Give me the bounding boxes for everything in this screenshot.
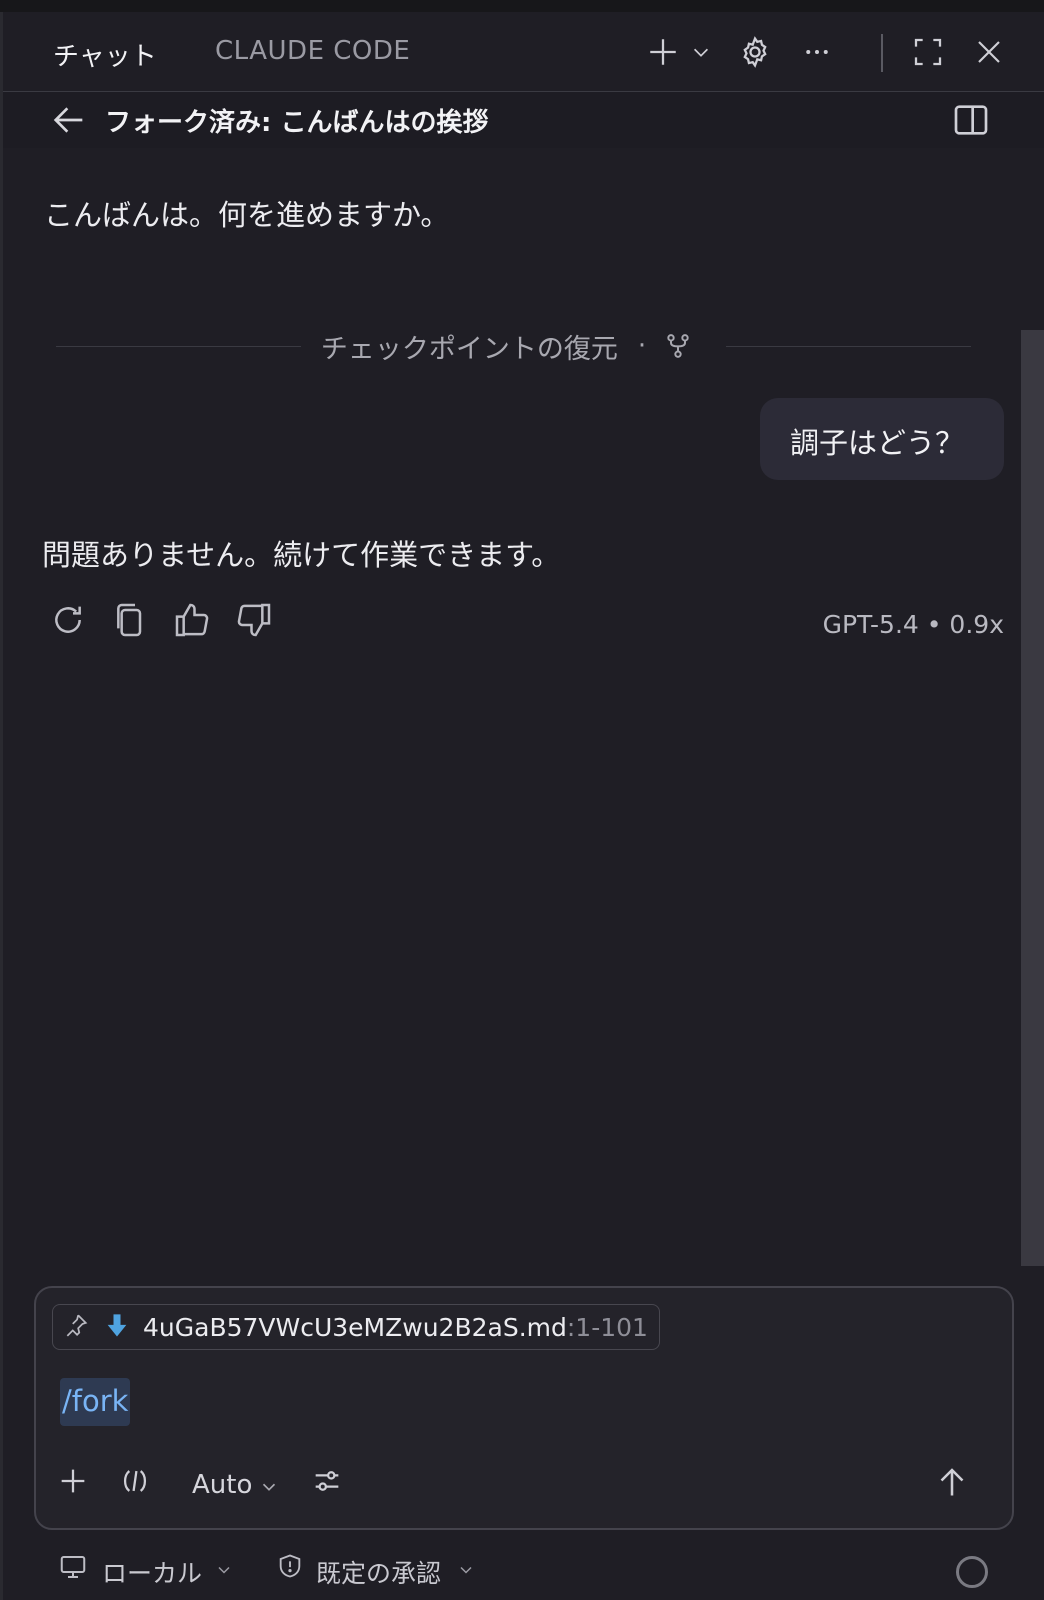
code-context-icon[interactable]	[118, 1464, 158, 1504]
tab-claude-code[interactable]: CLAUDE CODE	[215, 36, 410, 66]
chevron-down-icon[interactable]	[687, 32, 715, 72]
model-info: GPT-5.4 • 0.9x	[822, 610, 1004, 639]
fork-title: フォーク済み: こんばんはの挨拶	[105, 108, 489, 138]
plus-icon[interactable]	[643, 32, 683, 72]
pin-icon[interactable]	[63, 1312, 93, 1342]
back-arrow-icon[interactable]	[49, 100, 89, 140]
attachment-chip[interactable]: 4uGaB57VWcU3eMZwu2B2aS.md:1-101	[52, 1304, 660, 1350]
close-icon[interactable]	[969, 32, 1009, 72]
maximize-icon[interactable]	[908, 32, 948, 72]
checkpoint-restore-label[interactable]: チェックポイントの復元	[301, 327, 638, 366]
split-panel-icon[interactable]	[951, 100, 991, 140]
message-actions	[48, 600, 296, 644]
download-arrow-icon	[103, 1312, 133, 1342]
composer: 4uGaB57VWcU3eMZwu2B2aS.md:1-101 /fork Au…	[34, 1286, 1014, 1530]
add-icon[interactable]	[56, 1464, 96, 1504]
attachment-range: :1-101	[566, 1312, 648, 1342]
tab-chat[interactable]: チャット	[53, 36, 157, 73]
thumbs-down-icon[interactable]	[234, 600, 278, 644]
window-left-edge	[0, 12, 3, 1600]
slash-command-token[interactable]: /fork	[60, 1378, 131, 1426]
divider-line	[56, 345, 301, 347]
fork-icon[interactable]	[664, 332, 692, 360]
scrollbar[interactable]	[1021, 330, 1044, 1266]
copy-icon[interactable]	[110, 600, 154, 644]
progress-ring-icon	[956, 1556, 988, 1588]
approval-selector[interactable]: 既定の承認	[316, 1554, 441, 1590]
shield-icon[interactable]	[276, 1552, 308, 1584]
header-separator	[881, 34, 883, 72]
window-top-strip	[0, 0, 1044, 12]
mode-selector[interactable]: Auto	[192, 1470, 252, 1500]
assistant-message: こんばんは。何を進めますか。	[44, 198, 450, 232]
monitor-icon[interactable]	[58, 1552, 90, 1584]
location-selector[interactable]: ローカル	[102, 1554, 202, 1590]
separator-dot: ·	[637, 331, 647, 361]
send-arrow-icon[interactable]	[934, 1464, 974, 1504]
user-message-bubble: 調子はどう？	[760, 398, 1004, 480]
fork-bar: フォーク済み: こんばんはの挨拶	[3, 92, 1044, 148]
checkpoint-divider: チェックポイントの復元 ·	[56, 326, 972, 366]
chat-header: チャット CLAUDE CODE	[3, 12, 1044, 92]
assistant-message: 問題ありません。続けて作業できます。	[42, 538, 561, 572]
gear-icon[interactable]	[735, 32, 775, 72]
retry-icon[interactable]	[48, 600, 92, 644]
status-footer: ローカル 既定の承認	[0, 1546, 1044, 1596]
ellipsis-icon[interactable]	[797, 32, 837, 72]
chevron-down-icon[interactable]	[258, 1476, 282, 1500]
chevron-down-icon[interactable]	[214, 1560, 236, 1582]
divider-line	[726, 345, 972, 347]
thumbs-up-icon[interactable]	[172, 600, 216, 644]
attachment-filename: 4uGaB57VWcU3eMZwu2B2aS.md	[143, 1312, 567, 1342]
chevron-down-icon[interactable]	[456, 1560, 478, 1582]
sliders-icon[interactable]	[310, 1464, 350, 1504]
